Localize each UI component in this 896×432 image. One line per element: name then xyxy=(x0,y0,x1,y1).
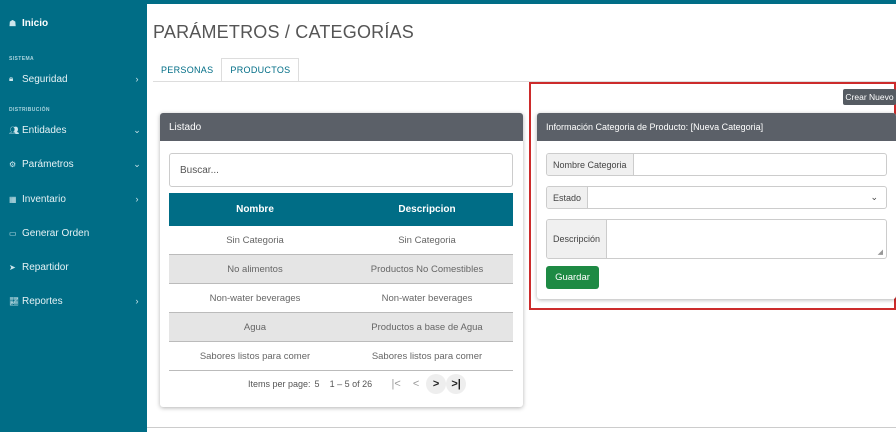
sidebar-item-label: Inicio xyxy=(22,17,49,29)
sidebar-item-label: Entidades xyxy=(22,124,67,136)
previous-page-button[interactable]: < xyxy=(406,374,426,394)
table-cell-descripcion: Sabores listos para comer xyxy=(371,350,483,362)
listado-title: Listado xyxy=(160,113,523,141)
descripcion-field[interactable]: Descripción ◢ xyxy=(546,219,887,259)
tab-bar: PERSONAS PRODUCTOS xyxy=(153,58,300,82)
estado-label: Estado xyxy=(547,187,589,208)
chevron-down-icon: ⌄ xyxy=(870,192,878,202)
first-page-button[interactable]: |< xyxy=(386,374,406,394)
sidebar: ☗ Inicio SISTEMA 🔒︎ Seguridad › DISTRIBU… xyxy=(0,0,147,432)
sidebar-item-label: Seguridad xyxy=(22,73,68,85)
sidebar-item-generar-orden[interactable]: ▭ Generar Orden xyxy=(0,221,147,245)
category-table: Nombre Descripcion Sin Categoria Sin Cat… xyxy=(169,193,513,371)
listado-card: Listado Buscar... Nombre Descripcion Sin… xyxy=(160,113,523,407)
table-cell-descripcion: Non-water beverages xyxy=(381,292,473,304)
sidebar-item-inventario[interactable]: ▦ Inventario › xyxy=(0,187,147,211)
sidebar-section-sistema: SISTEMA xyxy=(9,56,35,62)
table-cell-nombre: Sin Categoria xyxy=(226,234,284,246)
items-per-page-label: Items per page: xyxy=(248,379,311,389)
descripcion-label: Descripción xyxy=(547,220,608,258)
sidebar-item-label: Parámetros xyxy=(22,158,74,170)
resize-handle-icon[interactable]: ◢ xyxy=(878,248,883,256)
form-title: Información Categoria de Producto: [Nuev… xyxy=(537,113,896,141)
sidebar-item-repartidor[interactable]: ➤ Repartidor xyxy=(0,255,147,279)
save-button[interactable]: Guardar xyxy=(546,266,599,289)
table-header: Nombre Descripcion xyxy=(169,193,513,226)
table-row[interactable]: Sabores listos para comer Sabores listos… xyxy=(169,342,513,371)
gears-icon: ⚙ xyxy=(9,159,17,169)
items-per-page-select[interactable]: 5 xyxy=(315,379,320,389)
sidebar-section-distribucion: DISTRIBUCIÓN xyxy=(9,107,50,113)
chevron-down-icon: ⌄ xyxy=(133,124,141,135)
table-row[interactable]: Agua Productos a base de Agua xyxy=(169,313,513,342)
next-page-button[interactable]: > xyxy=(426,374,447,394)
tab-productos[interactable]: PRODUCTOS xyxy=(221,58,300,82)
table-cell-nombre: Sabores listos para comer xyxy=(199,350,311,362)
paginator: Items per page: 5 1 – 5 of 26 |< < > >| xyxy=(169,371,513,397)
sidebar-item-label: Generar Orden xyxy=(22,227,90,239)
chart-icon: 📈︎ xyxy=(9,296,20,306)
nombre-categoria-label: Nombre Categoria xyxy=(547,154,634,175)
sidebar-item-reportes[interactable]: 📈︎ Reportes › xyxy=(0,289,147,313)
home-icon: ☗ xyxy=(9,18,17,28)
table-row[interactable]: Non-water beverages Non-water beverages xyxy=(169,284,513,313)
bottom-divider xyxy=(147,427,896,428)
estado-field[interactable]: Estado ⌄ xyxy=(546,186,887,209)
chevron-right-icon: › xyxy=(135,74,139,84)
chevron-down-icon: ⌄ xyxy=(133,158,141,169)
category-form-card: Información Categoria de Producto: [Nuev… xyxy=(537,113,896,299)
page-range-label: 1 – 5 of 26 xyxy=(329,379,373,389)
table-cell-descripcion: Productos No Comestibles xyxy=(370,263,484,275)
sidebar-item-parametros[interactable]: ⚙ Parámetros ⌄ xyxy=(0,152,147,176)
table-row[interactable]: No alimentos Productos No Comestibles xyxy=(169,255,513,284)
table-cell-descripcion: Sin Categoria xyxy=(398,234,456,246)
send-icon: ➤ xyxy=(9,262,16,272)
table-cell-nombre: Non-water beverages xyxy=(209,292,301,304)
sidebar-item-label: Reportes xyxy=(22,295,63,307)
sidebar-item-inicio[interactable]: ☗ Inicio xyxy=(0,11,147,35)
sidebar-item-label: Repartidor xyxy=(22,261,69,273)
create-new-button[interactable]: Crear Nuevo xyxy=(843,89,896,105)
chevron-right-icon: › xyxy=(135,296,139,306)
table-cell-nombre: No alimentos xyxy=(227,263,283,275)
lock-icon: 🔒︎ xyxy=(9,74,14,83)
table-cell-nombre: Agua xyxy=(243,321,267,333)
grid-icon: ▦ xyxy=(9,194,17,204)
sidebar-item-seguridad[interactable]: 🔒︎ Seguridad › xyxy=(0,67,147,91)
tab-personas[interactable]: PERSONAS xyxy=(153,58,221,82)
descripcion-textarea[interactable] xyxy=(607,220,886,258)
sidebar-item-label: Inventario xyxy=(22,193,66,205)
search-input[interactable]: Buscar... xyxy=(169,153,513,187)
users-icon: 👥︎ xyxy=(9,125,20,135)
column-header-nombre[interactable]: Nombre xyxy=(169,193,341,226)
sidebar-item-entidades[interactable]: 👥︎ Entidades ⌄ xyxy=(0,118,147,142)
nombre-categoria-input[interactable] xyxy=(634,154,886,175)
top-accent-bar xyxy=(147,0,896,4)
page-title: PARÁMETROS / CATEGORÍAS xyxy=(153,22,414,42)
chevron-right-icon: › xyxy=(135,194,139,204)
nombre-categoria-field[interactable]: Nombre Categoria xyxy=(546,153,887,176)
last-page-button[interactable]: >| xyxy=(446,374,467,394)
estado-select[interactable]: ⌄ xyxy=(588,187,886,208)
cart-icon: ▭ xyxy=(9,228,17,238)
table-cell-descripcion: Productos a base de Agua xyxy=(371,321,483,333)
column-header-descripcion[interactable]: Descripcion xyxy=(341,193,513,226)
table-row[interactable]: Sin Categoria Sin Categoria xyxy=(169,226,513,255)
main-content: PARÁMETROS / CATEGORÍAS PERSONAS PRODUCT… xyxy=(147,0,896,432)
